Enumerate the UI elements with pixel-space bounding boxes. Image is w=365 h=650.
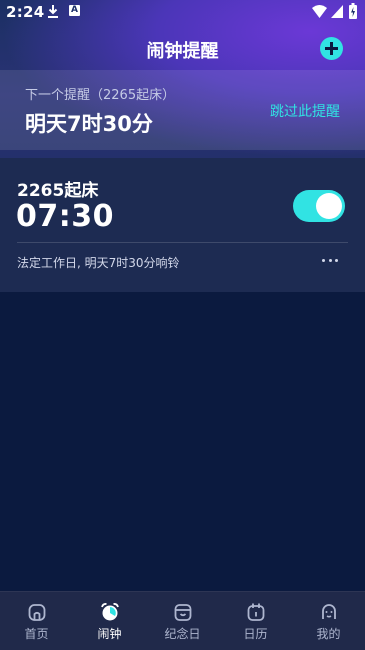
signal-icon (331, 5, 343, 18)
card-divider (17, 242, 348, 243)
nav-item-alarm[interactable]: 闹钟 (73, 592, 146, 650)
alarm-name: 2265起床 (17, 181, 99, 201)
gift-box-icon (174, 604, 191, 621)
alarm-clock-icon (100, 603, 119, 621)
app-screen: 2:24 A 闹钟提醒 下一个提醒（2265起床） 明天7时30分 跳过此提醒 … (0, 0, 365, 650)
nav-item-anniversary[interactable]: 纪念日 (146, 592, 219, 650)
more-options-icon[interactable] (320, 254, 340, 266)
battery-icon (349, 3, 357, 19)
alarm-enable-toggle[interactable] (293, 190, 345, 222)
nav-item-home[interactable]: 首页 (0, 592, 73, 650)
next-reminder-panel: 下一个提醒（2265起床） 明天7时30分 跳过此提醒 (0, 70, 365, 150)
calendar-icon (247, 603, 264, 621)
nav-label: 首页 (24, 627, 49, 641)
nav-label: 纪念日 (164, 627, 201, 641)
download-icon (48, 5, 58, 18)
nav-label: 我的 (316, 627, 341, 641)
status-time: 2:24 (6, 3, 45, 21)
skip-reminder-link[interactable]: 跳过此提醒 (270, 101, 340, 121)
profile-icon (321, 604, 336, 619)
nav-item-calendar[interactable]: 日历 (219, 592, 292, 650)
alarm-description: 法定工作日, 明天7时30分响铃 (17, 256, 180, 270)
next-reminder-subtitle: 下一个提醒（2265起床） (25, 88, 176, 103)
next-reminder-time: 明天7时30分 (25, 112, 153, 136)
nav-item-profile[interactable]: 我的 (292, 592, 365, 650)
home-icon (28, 604, 45, 621)
status-bar: 2:24 A (0, 0, 365, 24)
add-alarm-button[interactable] (320, 37, 343, 60)
wifi-icon (312, 5, 327, 18)
page-title: 闹钟提醒 (146, 41, 219, 62)
a-notification-icon: A (69, 5, 80, 16)
alarm-card[interactable]: 2265起床 07:30 法定工作日, 明天7时30分响铃 (0, 158, 365, 292)
alarm-time: 07:30 (16, 199, 114, 234)
nav-label: 日历 (243, 627, 268, 641)
nav-label: 闹钟 (97, 627, 122, 641)
toggle-knob (316, 193, 342, 219)
bottom-nav: 首页 闹钟 纪念日 日历 我的 (0, 591, 365, 650)
